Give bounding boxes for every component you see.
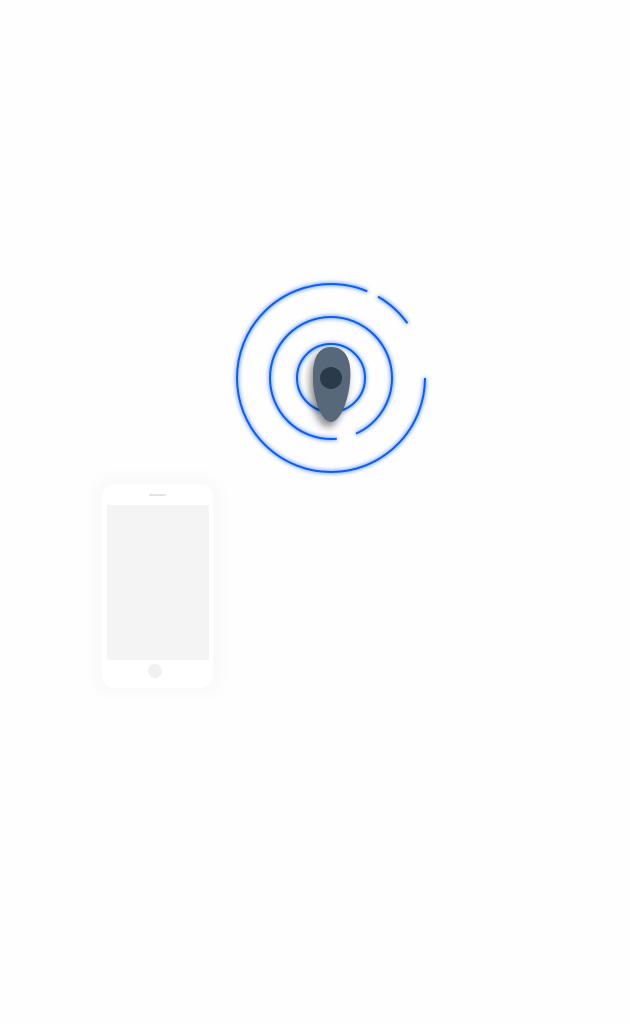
scanning-animation xyxy=(236,283,426,473)
remote-device-icon xyxy=(312,347,351,422)
smartphone-icon xyxy=(102,484,213,688)
phone-speaker xyxy=(149,494,166,496)
phone-home-button xyxy=(148,664,162,678)
phone-screen xyxy=(107,505,209,660)
device-button xyxy=(320,367,342,389)
